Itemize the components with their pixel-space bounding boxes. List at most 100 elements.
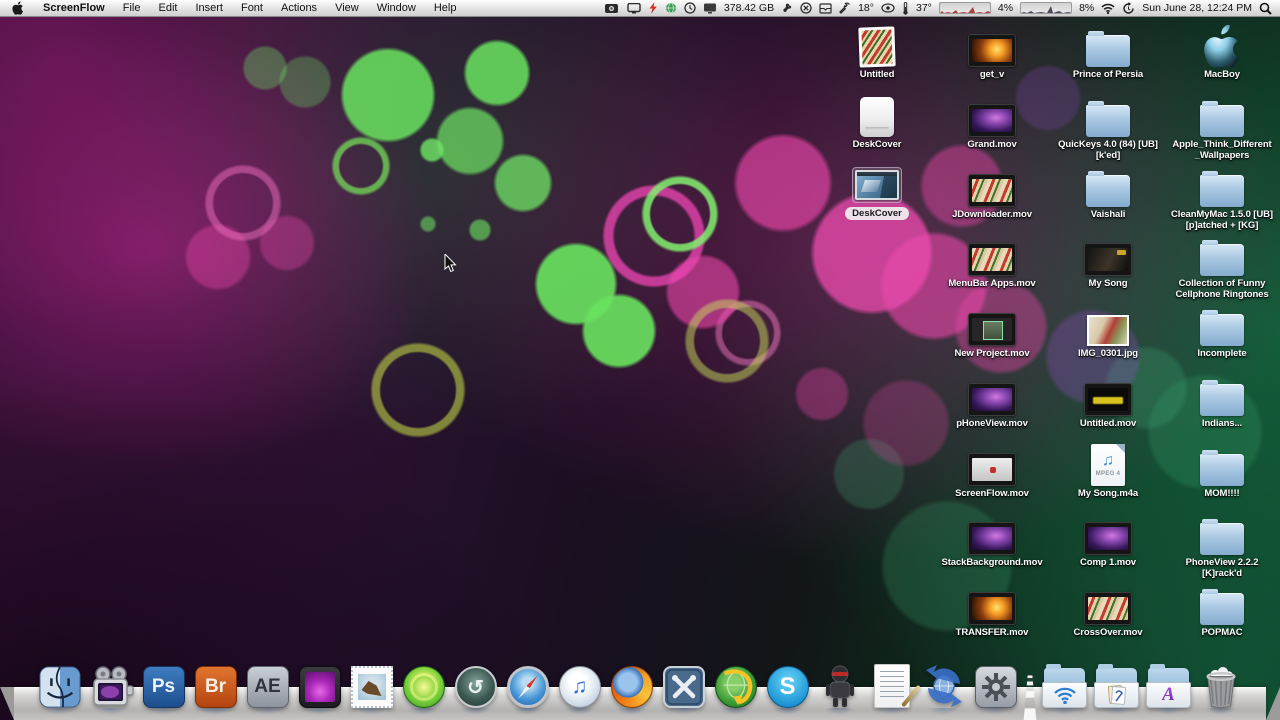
applications-folder-stack-icon: A <box>1146 668 1191 708</box>
menu-file[interactable]: File <box>114 0 150 17</box>
menu-insert[interactable]: Insert <box>186 0 232 17</box>
dock-screenflow[interactable] <box>89 662 134 708</box>
dock-mail[interactable] <box>349 662 394 708</box>
icon-label: CrossOver.mov <box>1052 628 1164 639</box>
desktop-icon[interactable]: Vaishali <box>1052 165 1164 221</box>
desktop-icon[interactable]: QuicKeys 4.0 (84) [UB] [k'ed] <box>1052 95 1164 161</box>
globe-icon[interactable] <box>665 2 677 14</box>
disk-space-status[interactable]: 378.42 GB <box>724 2 774 14</box>
screen-recording-icon[interactable] <box>605 3 620 14</box>
dock-green-medallion-app[interactable] <box>401 662 446 708</box>
display-icon[interactable] <box>627 3 641 14</box>
desktop-icon[interactable]: PhoneView 2.2.2 [K]rack'd <box>1166 513 1278 579</box>
dock-photoshop[interactable]: Ps <box>141 662 186 708</box>
icon-label: Comp 1.mov <box>1052 558 1164 569</box>
desktop-icon[interactable]: Grand.mov <box>936 95 1048 151</box>
folder-icon <box>1166 513 1278 555</box>
dock-robot-app[interactable] <box>817 662 862 708</box>
dock-itunes[interactable]: ♫ <box>557 662 602 708</box>
cpu-histogram-1[interactable] <box>939 2 991 14</box>
dock-time-machine[interactable]: ↺ <box>453 662 498 708</box>
desktop-icon[interactable]: MenuBar Apps.mov <box>936 234 1048 290</box>
menu-actions[interactable]: Actions <box>272 0 326 17</box>
desktop-icon[interactable]: DeskCover <box>821 95 933 151</box>
desktop-icon[interactable]: CrossOver.mov <box>1052 583 1164 639</box>
cpu-1-status[interactable]: 4% <box>998 2 1013 14</box>
desktop-icon[interactable]: JDownloader.mov <box>936 165 1048 221</box>
spotlight-icon[interactable] <box>1259 2 1272 15</box>
movie-file-icon <box>1052 374 1164 416</box>
dock-finder[interactable] <box>37 662 82 708</box>
desktop-icon[interactable]: POPMAC <box>1166 583 1278 639</box>
menu-app-name[interactable]: ScreenFlow <box>34 0 114 17</box>
desktop-icon[interactable]: Untitled.mov <box>1052 374 1164 430</box>
clock-dial-icon[interactable] <box>684 2 696 14</box>
desktop-icon[interactable]: get_v <box>936 25 1048 81</box>
desktop-icon[interactable]: ScreenFlow.mov <box>936 444 1048 500</box>
dock-sync-app[interactable] <box>921 662 966 708</box>
desktop-icon[interactable]: My Song <box>1052 234 1164 290</box>
desktop-icon[interactable]: pHoneView.mov <box>936 374 1048 430</box>
cpu-histogram-2[interactable] <box>1020 2 1072 14</box>
drawer-icon[interactable] <box>819 3 832 14</box>
desktop-icon[interactable]: Indians... <box>1166 374 1278 430</box>
desktop-icon[interactable]: MOM!!!! <box>1166 444 1278 500</box>
sync-clock-icon[interactable] <box>1122 2 1135 15</box>
menu-window[interactable]: Window <box>368 0 425 17</box>
dock-safari[interactable] <box>505 662 550 708</box>
menu-font[interactable]: Font <box>232 0 272 17</box>
icon-label: MOM!!!! <box>1166 489 1278 500</box>
app-window-icon <box>821 161 933 203</box>
folder-icon <box>1052 165 1164 207</box>
dock-aftereffects[interactable]: AE <box>245 662 290 708</box>
dock-bridge[interactable]: Br <box>193 662 238 708</box>
dock-system-preferences[interactable] <box>973 662 1018 708</box>
desktop-icon[interactable]: Incomplete <box>1166 304 1278 360</box>
desktop-icon[interactable]: StackBackground.mov <box>936 513 1048 569</box>
display2-icon[interactable] <box>703 3 717 14</box>
desktop-icon-selected[interactable]: DeskCover <box>821 161 933 221</box>
desktop-icon[interactable]: MacBoy <box>1166 25 1278 81</box>
dock-blue-tools-app[interactable] <box>661 662 706 708</box>
menu-bar-clock[interactable]: Sun June 28, 12:24 PM <box>1142 2 1252 14</box>
menu-view[interactable]: View <box>326 0 368 17</box>
icon-label: Indians... <box>1166 419 1278 430</box>
desktop-icon[interactable]: TRANSFER.mov <box>936 583 1048 639</box>
apple-volume-icon <box>1166 25 1278 67</box>
cpu-2-status[interactable]: 8% <box>1079 2 1094 14</box>
wifi-icon[interactable] <box>1101 3 1115 14</box>
dock-trash[interactable] <box>1198 662 1243 708</box>
dock-firefox[interactable] <box>609 662 654 708</box>
desktop-icon[interactable]: CleanMyMac 1.5.0 [UB] [p]atched + [KG] <box>1166 165 1278 231</box>
dock-jdownloader[interactable] <box>713 662 758 708</box>
dock-applications-folder-stack[interactable]: A <box>1146 662 1191 708</box>
thermometer-icon[interactable] <box>902 2 909 15</box>
dock-library-folder-stack[interactable] <box>1094 662 1139 708</box>
desktop-icon[interactable]: Collection of Funny Cellphone Ringtones <box>1166 234 1278 300</box>
desktop-icon[interactable]: New Project.mov <box>936 304 1048 360</box>
dock-purple-display-app[interactable] <box>297 662 342 708</box>
fan-icon[interactable] <box>781 2 793 14</box>
movie-file-icon <box>936 583 1048 625</box>
menu-edit[interactable]: Edit <box>149 0 186 17</box>
circle-x-icon[interactable] <box>800 2 812 14</box>
icon-label: pHoneView.mov <box>936 419 1048 430</box>
temperature-2-status[interactable]: 37° <box>916 2 932 14</box>
desktop-icon[interactable]: Untitled <box>821 25 933 81</box>
movie-file-icon <box>936 513 1048 555</box>
mpeg4-badge: MPEG 4 <box>1096 471 1120 477</box>
dock-wifi-folder-stack[interactable] <box>1042 662 1087 708</box>
desktop-icon[interactable]: IMG_0301.jpg <box>1052 304 1164 360</box>
wrench-icon[interactable] <box>839 2 851 14</box>
dock-textedit[interactable] <box>869 662 914 708</box>
desktop-icon[interactable]: Apple_Think_Different _Wallpapers <box>1166 95 1278 161</box>
temperature-1-status[interactable]: 18° <box>858 2 874 14</box>
apple-menu-icon[interactable] <box>8 1 34 15</box>
desktop-icon[interactable]: ♫MPEG 4 My Song.m4a <box>1052 444 1164 500</box>
eye-icon[interactable] <box>881 3 895 13</box>
lightning-icon[interactable] <box>648 2 658 14</box>
dock-skype[interactable]: S <box>765 662 810 708</box>
desktop-icon[interactable]: Comp 1.mov <box>1052 513 1164 569</box>
menu-help[interactable]: Help <box>425 0 466 17</box>
desktop-icon[interactable]: Prince of Persia <box>1052 25 1164 81</box>
